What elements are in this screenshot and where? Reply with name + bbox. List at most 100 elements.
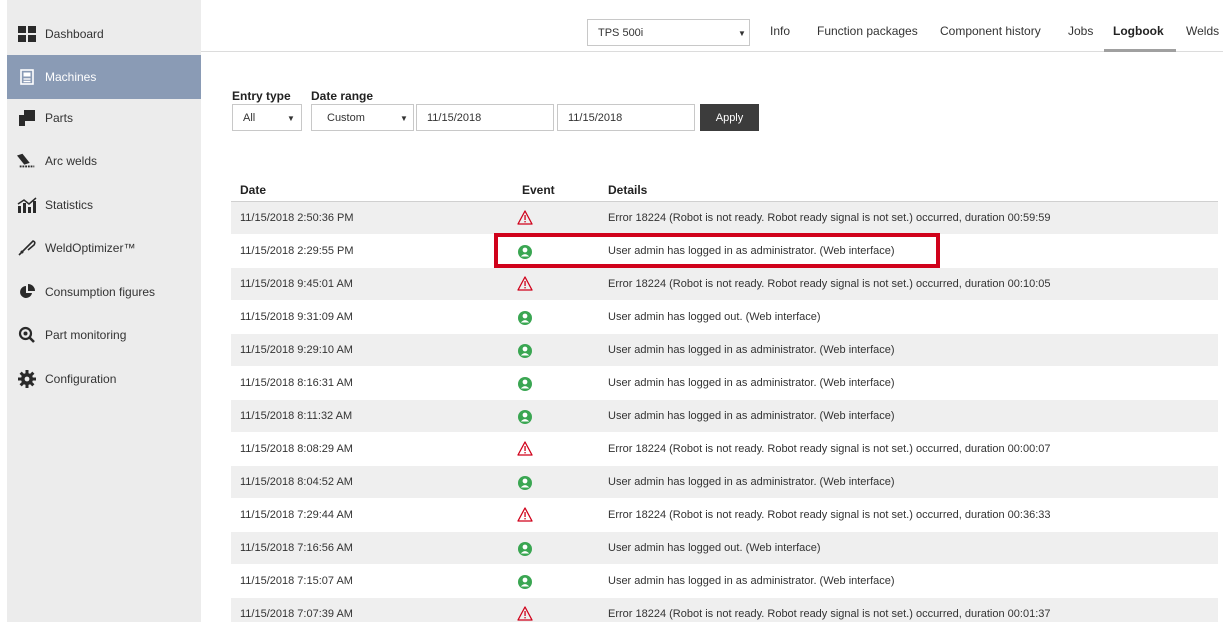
- row-details: User admin has logged in as administrato…: [608, 476, 895, 488]
- date-range-value: Custom: [327, 112, 365, 124]
- row-details: User admin has logged in as administrato…: [608, 377, 895, 389]
- pie-chart-icon: [17, 282, 37, 302]
- row-details: User admin has logged in as administrato…: [608, 575, 895, 587]
- machine-select-value: TPS 500i: [598, 27, 644, 39]
- row-date: 11/15/2018 2:50:36 PM: [240, 212, 354, 224]
- user-icon: [518, 344, 532, 361]
- date-to-value: 11/15/2018: [568, 112, 623, 124]
- table-row[interactable]: 11/15/2018 7:15:07 AM User admin has logg…: [231, 565, 1218, 598]
- sidebar-item-part-monitoring[interactable]: Part monitoring: [7, 313, 201, 357]
- column-header-event[interactable]: Event: [522, 183, 555, 197]
- active-tab-indicator: [1104, 49, 1176, 52]
- row-date: 11/15/2018 7:15:07 AM: [240, 575, 353, 587]
- tab-logbook[interactable]: Logbook: [1113, 24, 1164, 38]
- sidebar-item-label: Dashboard: [45, 27, 104, 41]
- user-icon: [518, 311, 532, 328]
- magnifier-icon: [17, 325, 37, 345]
- table-row[interactable]: 11/15/2018 7:16:56 AM User admin has logg…: [231, 532, 1218, 565]
- row-date: 11/15/2018 9:31:09 AM: [240, 311, 353, 323]
- dashboard-icon: [17, 24, 37, 44]
- warning-icon: [517, 507, 533, 525]
- tab-function-packages[interactable]: Function packages: [817, 24, 918, 38]
- sidebar-item-machines[interactable]: Machines: [7, 55, 201, 99]
- entry-type-value: All: [243, 112, 256, 124]
- tab-component-history[interactable]: Component history: [940, 24, 1041, 38]
- caret-down-icon: ▼: [738, 29, 746, 38]
- table-row[interactable]: 11/15/2018 7:07:39 AM Error 18224 (Robot …: [231, 598, 1218, 622]
- table-row[interactable]: 11/15/2018 8:11:32 AM User admin has logg…: [231, 400, 1218, 433]
- date-to-input[interactable]: 11/15/2018: [557, 104, 695, 131]
- sidebar-item-arc-welds[interactable]: Arc welds: [7, 139, 201, 183]
- entry-type-select[interactable]: All ▼: [232, 104, 302, 131]
- sidebar-item-label: Arc welds: [45, 154, 98, 168]
- row-date: 11/15/2018 8:04:52 AM: [240, 476, 353, 488]
- row-details: Error 18224 (Robot is not ready. Robot r…: [608, 443, 1051, 455]
- machine-icon: [17, 67, 37, 87]
- date-from-input[interactable]: 11/15/2018: [416, 104, 554, 131]
- row-date: 11/15/2018 9:45:01 AM: [240, 278, 353, 290]
- row-date: 11/15/2018 2:29:55 PM: [240, 245, 354, 257]
- row-date: 11/15/2018 8:11:32 AM: [240, 410, 353, 422]
- user-icon: [518, 476, 532, 493]
- table-row[interactable]: 11/15/2018 9:31:09 AM User admin has logg…: [231, 301, 1218, 334]
- sidebar-item-label: Statistics: [45, 198, 94, 212]
- tab-welds[interactable]: Welds: [1186, 24, 1219, 38]
- table-row[interactable]: 11/15/2018 7:29:44 AM Error 18224 (Robot …: [231, 499, 1218, 532]
- highlight-box: [494, 233, 940, 268]
- user-icon: [518, 377, 532, 394]
- parts-icon: [17, 108, 37, 128]
- warning-icon: [517, 441, 533, 459]
- column-header-date[interactable]: Date: [240, 183, 266, 197]
- tab-info[interactable]: Info: [770, 24, 790, 38]
- statistics-icon: [17, 195, 37, 215]
- table-row[interactable]: 11/15/2018 8:16:31 AM User admin has logg…: [231, 367, 1218, 400]
- table-row[interactable]: 11/15/2018 9:45:01 AM Error 18224 (Robot …: [231, 268, 1218, 301]
- row-details: Error 18224 (Robot is not ready. Robot r…: [608, 278, 1051, 290]
- sidebar-item-consumption-figures[interactable]: Consumption figures: [7, 270, 201, 314]
- warning-icon: [517, 606, 533, 622]
- arc-weld-icon: [17, 151, 37, 171]
- sidebar: Dashboard Machines Parts Arc welds Stati…: [7, 0, 201, 622]
- sidebar-item-label: WeldOptimizer™: [45, 241, 136, 255]
- row-details: User admin has logged in as administrato…: [608, 344, 895, 356]
- row-details: User admin has logged out. (Web interfac…: [608, 542, 821, 554]
- table-row[interactable]: 11/15/2018 2:50:36 PM Error 18224 (Robot …: [231, 202, 1218, 235]
- gear-icon: [17, 369, 37, 389]
- row-date: 11/15/2018 9:29:10 AM: [240, 344, 353, 356]
- row-date: 11/15/2018 8:08:29 AM: [240, 443, 353, 455]
- user-icon: [518, 410, 532, 427]
- warning-icon: [517, 210, 533, 228]
- row-details: Error 18224 (Robot is not ready. Robot r…: [608, 509, 1051, 521]
- caret-down-icon: ▼: [400, 114, 408, 123]
- date-range-label: Date range: [311, 89, 374, 103]
- row-date: 11/15/2018 7:29:44 AM: [240, 509, 353, 521]
- table-row[interactable]: 11/15/2018 8:04:52 AM User admin has logg…: [231, 466, 1218, 499]
- table-row[interactable]: 11/15/2018 9:29:10 AM User admin has logg…: [231, 334, 1218, 367]
- entry-type-label: Entry type: [232, 89, 291, 103]
- row-date: 11/15/2018 7:07:39 AM: [240, 608, 353, 620]
- tab-jobs[interactable]: Jobs: [1068, 24, 1093, 38]
- sidebar-item-label: Consumption figures: [45, 285, 156, 299]
- sidebar-item-label: Part monitoring: [45, 328, 127, 342]
- machine-select[interactable]: TPS 500i ▼: [587, 19, 750, 46]
- column-header-details[interactable]: Details: [608, 183, 647, 197]
- table-row[interactable]: 11/15/2018 8:08:29 AM Error 18224 (Robot …: [231, 433, 1218, 466]
- sidebar-item-configuration[interactable]: Configuration: [7, 357, 201, 401]
- sidebar-item-label: Configuration: [45, 372, 117, 386]
- sidebar-item-label: Parts: [45, 111, 74, 125]
- sidebar-item-parts[interactable]: Parts: [7, 96, 201, 140]
- top-navigation: TPS 500i ▼ Info Function packages Compon…: [201, 0, 1223, 52]
- table-header: Date Event Details: [231, 178, 1218, 202]
- apply-button[interactable]: Apply: [700, 104, 759, 131]
- caret-down-icon: ▼: [287, 114, 295, 123]
- sidebar-item-dashboard[interactable]: Dashboard: [7, 12, 201, 56]
- sidebar-item-weldoptimizer[interactable]: WeldOptimizer™: [7, 226, 201, 270]
- sidebar-item-label: Machines: [45, 70, 97, 84]
- sidebar-item-statistics[interactable]: Statistics: [7, 183, 201, 227]
- date-from-value: 11/15/2018: [427, 112, 482, 124]
- date-range-select[interactable]: Custom ▼: [311, 104, 414, 131]
- row-details: Error 18224 (Robot is not ready. Robot r…: [608, 212, 1051, 224]
- row-date: 11/15/2018 7:16:56 AM: [240, 542, 353, 554]
- row-details: User admin has logged in as administrato…: [608, 410, 895, 422]
- row-details: Error 18224 (Robot is not ready. Robot r…: [608, 608, 1051, 620]
